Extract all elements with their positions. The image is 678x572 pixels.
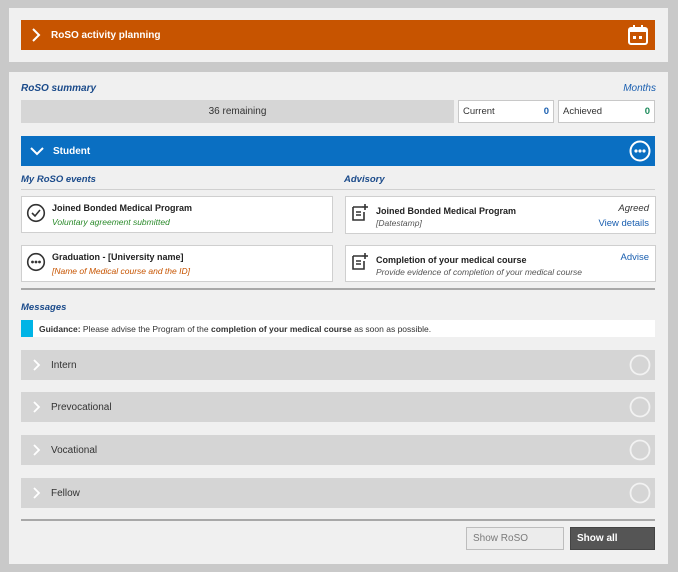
current-value: 0 (543, 106, 549, 117)
remaining-text: 36 remaining (208, 106, 267, 117)
advisory-title: Joined Bonded Medical Program (376, 206, 517, 216)
view-details-link[interactable]: View details (598, 218, 649, 229)
section-title: Vocational (51, 444, 98, 456)
advise-link[interactable]: Advise (620, 252, 649, 263)
event-title: Joined Bonded Medical Program (52, 203, 193, 213)
event-title: Graduation - [University name] (52, 252, 184, 262)
my-events-heading: My RoSO events (21, 174, 96, 185)
activity-planning-title: RoSO activity planning (51, 29, 161, 41)
divider (21, 519, 655, 521)
current-label: Current (463, 106, 495, 117)
show-all-button[interactable]: Show all (570, 527, 655, 550)
student-section-header[interactable]: Student (21, 136, 655, 166)
section-fellow[interactable]: Fellow (21, 478, 655, 508)
guidance-label: Guidance: (39, 323, 81, 334)
advisory-card: Joined Bonded Medical Program [Datestamp… (345, 196, 656, 234)
chevron-right-icon (21, 392, 51, 422)
event-card[interactable]: Graduation - [University name] [Name of … (21, 245, 333, 282)
section-title: Intern (51, 359, 77, 371)
guidance-text-end: as soon as possible. (351, 323, 432, 334)
student-title: Student (53, 145, 91, 157)
advisory-card: Completion of your medical course Provid… (345, 245, 656, 282)
achieved-label: Achieved (563, 106, 603, 117)
roso-summary-panel: RoSO summary Months 36 remaining Current… (9, 72, 668, 564)
activity-planning-bar[interactable]: RoSO activity planning (21, 20, 655, 50)
guidance-text: Please advise the Program of the (80, 323, 211, 334)
status-circle-icon (629, 439, 651, 461)
advisory-title: Completion of your medical course (376, 255, 527, 265)
note-add-icon (350, 203, 370, 223)
chevron-right-icon (21, 478, 51, 508)
advisory-subtitle: Provide evidence of completion of your m… (376, 267, 582, 277)
chevron-right-icon (21, 20, 51, 50)
guidance-highlight: completion of your medical course (210, 323, 352, 334)
show-roso-button[interactable]: Show RoSO (466, 527, 564, 550)
guidance-message: Guidance: Please advise the Program of t… (21, 320, 655, 337)
section-title: Prevocational (51, 401, 112, 413)
remaining-bar: 36 remaining (21, 100, 454, 123)
current-stat: Current 0 (458, 100, 554, 123)
achieved-stat: Achieved 0 (558, 100, 655, 123)
divider (21, 189, 655, 190)
status-circle-icon (629, 482, 651, 504)
advisory-subtitle: [Datestamp] (376, 218, 422, 228)
chevron-down-icon (21, 136, 53, 166)
section-vocational[interactable]: Vocational (21, 435, 655, 465)
event-subtitle: [Name of Medical course and the ID] (52, 266, 190, 276)
summary-title: RoSO summary (21, 83, 97, 94)
chevron-right-icon (21, 350, 51, 380)
advisory-status: Agreed (618, 203, 649, 214)
more-options-icon[interactable] (629, 140, 651, 162)
advisory-heading: Advisory (344, 174, 385, 185)
calendar-icon[interactable] (627, 24, 649, 46)
chevron-right-icon (21, 435, 51, 465)
status-circle-icon (629, 354, 651, 376)
more-circle-icon (26, 252, 46, 272)
divider (21, 288, 655, 290)
status-circle-icon (629, 396, 651, 418)
messages-heading: Messages (21, 302, 67, 313)
activity-panel: RoSO activity planning (9, 8, 668, 62)
check-circle-icon (26, 203, 46, 223)
guidance-tag (21, 320, 33, 337)
months-link[interactable]: Months (623, 83, 656, 94)
achieved-value: 0 (644, 106, 650, 117)
note-add-icon (350, 252, 370, 272)
section-title: Fellow (51, 487, 80, 499)
event-subtitle: Voluntary agreement submitted (52, 217, 170, 227)
section-prevocational[interactable]: Prevocational (21, 392, 655, 422)
section-intern[interactable]: Intern (21, 350, 655, 380)
event-card[interactable]: Joined Bonded Medical Program Voluntary … (21, 196, 333, 233)
